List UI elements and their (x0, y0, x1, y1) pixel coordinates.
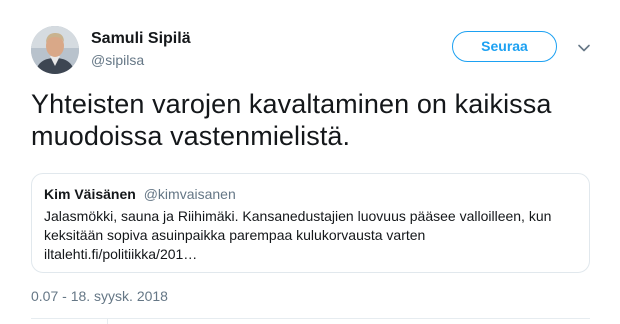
tweet: Samuli Sipilä @sipilsa Seuraa Yhteisten … (0, 0, 620, 324)
quoted-tweet-line: Jalasmökki, sauna ja Riihimäki. Kansaned… (44, 208, 552, 224)
quoted-tweet-link[interactable]: iltalehti.fi/politiikka/201… (44, 245, 574, 264)
quoted-tweet-text: Jalasmökki, sauna ja Riihimäki. Kansaned… (44, 207, 574, 264)
author-name[interactable]: Samuli Sipilä (91, 30, 191, 48)
follow-button[interactable]: Seuraa (452, 31, 557, 62)
divider-tick (107, 318, 108, 324)
quoted-tweet-card[interactable]: Kim Väisänen @kimvaisanen Jalasmökki, sa… (31, 173, 590, 273)
quoted-author-handle: @kimvaisanen (143, 186, 236, 202)
quoted-tweet-header: Kim Väisänen @kimvaisanen (44, 186, 236, 202)
tweet-timestamp[interactable]: 0.07 - 18. syysk. 2018 (31, 288, 168, 304)
quoted-tweet-line: keksitään sopiva asuinpaikka parempaa ku… (44, 227, 426, 243)
avatar-photo (31, 26, 79, 74)
tweet-text: Yhteisten varojen kavaltaminen on kaikis… (31, 89, 552, 151)
avatar[interactable] (31, 26, 79, 74)
chevron-down-icon[interactable] (576, 40, 592, 56)
divider (31, 318, 590, 319)
quoted-author-name: Kim Väisänen (44, 186, 136, 202)
author-handle[interactable]: @sipilsa (91, 52, 144, 68)
